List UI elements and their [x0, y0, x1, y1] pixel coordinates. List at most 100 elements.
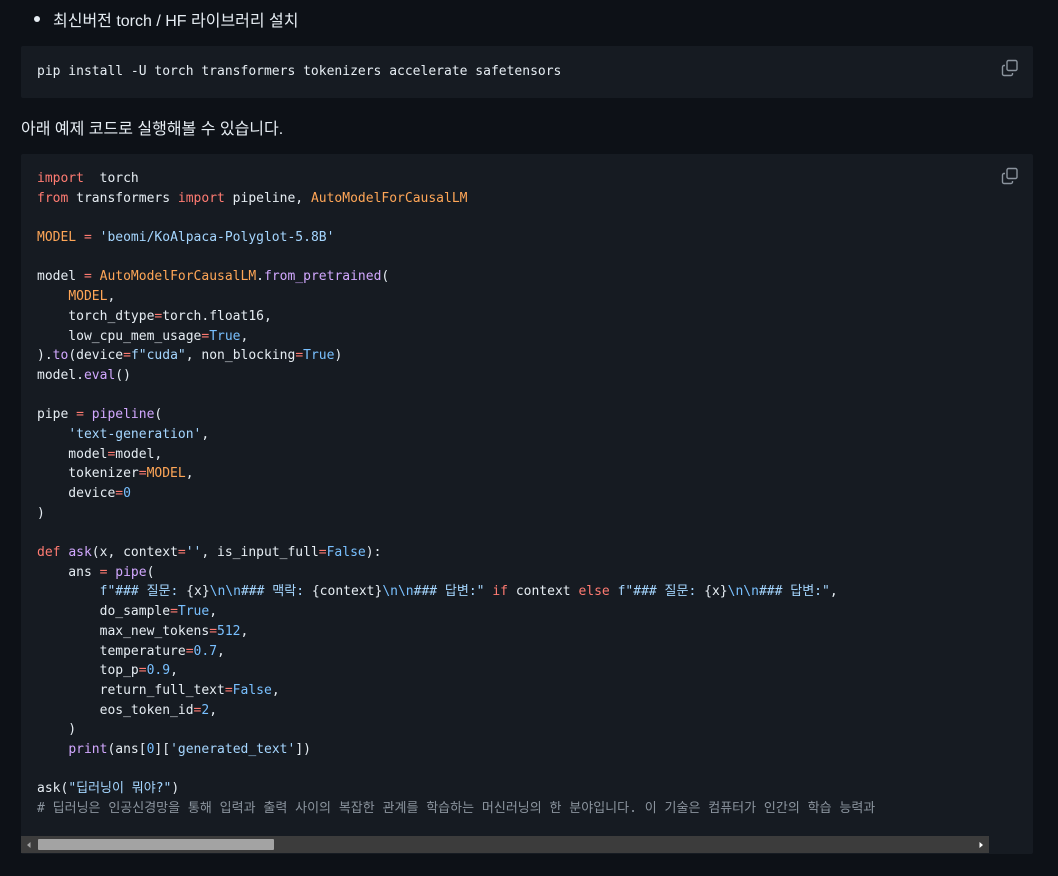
code-token: , — [201, 426, 210, 442]
code-line: low_cpu_mem_usage=True, — [37, 327, 875, 347]
code-token: model — [37, 269, 84, 285]
code-token: (device — [68, 348, 124, 364]
code-token: = — [123, 348, 131, 364]
horizontal-scrollbar[interactable] — [21, 836, 989, 853]
code-token: ### 맥락: — [240, 584, 312, 600]
code-token: , — [829, 584, 838, 600]
code-token: , — [107, 289, 116, 305]
code-token: = — [318, 545, 327, 561]
code-token: () — [115, 367, 131, 383]
code-line: model = AutoModelForCausalLM.from_pretra… — [37, 267, 875, 287]
scrollbar-thumb[interactable] — [38, 839, 274, 850]
code-token: , — [209, 604, 218, 620]
code-line: model=model, — [37, 445, 875, 465]
code-token: ) — [171, 781, 180, 797]
example-code-block: import torch from transformers import pip… — [21, 154, 1033, 854]
code-token: from_pretrained — [264, 269, 382, 285]
code-token: True — [209, 328, 241, 344]
code-token: 512 — [217, 623, 241, 639]
code-token: device — [37, 486, 116, 501]
code-line: print(ans[0]['generated_text']) — [37, 740, 875, 760]
code-token: transformers — [68, 190, 178, 206]
code-token: . — [256, 269, 264, 285]
code-token: torch — [83, 171, 139, 186]
example-code[interactable]: import torch from transformers import pip… — [37, 169, 875, 819]
code-token: pipe — [37, 407, 77, 423]
code-token: return_full_text — [37, 682, 225, 698]
code-token: torch_dtype — [37, 308, 155, 324]
code-token: = — [115, 486, 124, 501]
code-line: return_full_text=False, — [37, 681, 875, 701]
code-line: ) — [37, 720, 875, 740]
code-token: {context} — [311, 584, 383, 600]
code-token: ask — [68, 545, 92, 561]
code-token: ( — [381, 269, 390, 285]
code-token: ( — [154, 407, 163, 423]
copy-button[interactable] — [1001, 59, 1019, 77]
code-token: "딥러닝이 뭐야?" — [68, 781, 172, 797]
code-token: True — [177, 604, 210, 620]
code-line: model.eval() — [37, 366, 875, 386]
code-token: print — [68, 741, 108, 757]
copy-button[interactable] — [1001, 167, 1019, 185]
code-token: \n\n — [727, 584, 759, 600]
code-token: 0 — [123, 486, 131, 501]
code-token: torch.float16, — [162, 308, 272, 324]
code-token: = — [209, 623, 218, 639]
code-token: 'beomi/KoAlpaca-Polyglot-5.8B' — [99, 230, 335, 246]
code-line: torch_dtype=torch.float16, — [37, 307, 875, 327]
code-token: ). — [37, 348, 53, 364]
code-token: ) — [37, 722, 77, 738]
code-token: context — [508, 584, 579, 600]
code-token: = — [185, 643, 194, 659]
code-token: to — [52, 348, 69, 364]
code-token: do_sample — [37, 604, 171, 620]
code-token: ) — [334, 348, 343, 364]
code-token: ask( — [37, 781, 69, 797]
install-bullet: 최신버전 torch / HF 라이브러리 설치 — [34, 8, 299, 30]
code-line: from transformers import pipeline, AutoM… — [37, 189, 875, 209]
code-token: , — [170, 663, 178, 679]
code-token: ]) — [295, 741, 311, 757]
code-token: low_cpu_mem_usage — [37, 328, 202, 344]
code-token: , — [209, 702, 218, 718]
code-line: import torch — [37, 169, 875, 189]
code-token: model. — [37, 367, 84, 383]
code-token: model, — [115, 446, 163, 462]
code-token: eval — [83, 367, 116, 383]
code-token: 'text-generation' — [68, 426, 202, 442]
scroll-left-arrow-icon — [27, 841, 31, 848]
code-token: '' — [185, 545, 202, 561]
code-token: (x, context — [91, 545, 178, 561]
code-token: = — [138, 466, 147, 482]
code-token: 0.9 — [146, 663, 171, 679]
prose-paragraph: 아래 예제 코드로 실행해볼 수 있습니다. — [21, 121, 284, 138]
code-token: = — [76, 407, 84, 423]
code-token: = — [170, 604, 178, 620]
code-token: \n\n — [209, 584, 241, 600]
code-token: pipe — [115, 564, 147, 580]
scroll-right-button[interactable] — [973, 836, 989, 853]
scroll-left-button[interactable] — [21, 836, 37, 853]
code-token: from — [37, 190, 69, 206]
code-line: f"### 질문: {x}\n\n### 맥락: {context}\n\n##… — [37, 582, 875, 602]
code-token: , — [271, 682, 280, 698]
install-command[interactable]: pip install -U torch transformers tokeni… — [37, 62, 561, 82]
code-token: f"cuda" — [130, 348, 186, 364]
code-token: , is_input_full — [201, 545, 319, 561]
code-token: {x} — [186, 584, 210, 600]
code-line: ask("딥러닝이 뭐야?") — [37, 779, 875, 799]
code-token: = — [224, 682, 233, 698]
code-token: \n\n — [382, 584, 414, 600]
code-token: = — [138, 663, 147, 679]
code-token: , — [217, 643, 225, 659]
bullet-text: 최신버전 torch / HF 라이브러리 설치 — [53, 13, 299, 30]
code-line: MODEL = 'beomi/KoAlpaca-Polyglot-5.8B' — [37, 228, 875, 248]
code-token: ### 답변:" — [413, 584, 485, 600]
